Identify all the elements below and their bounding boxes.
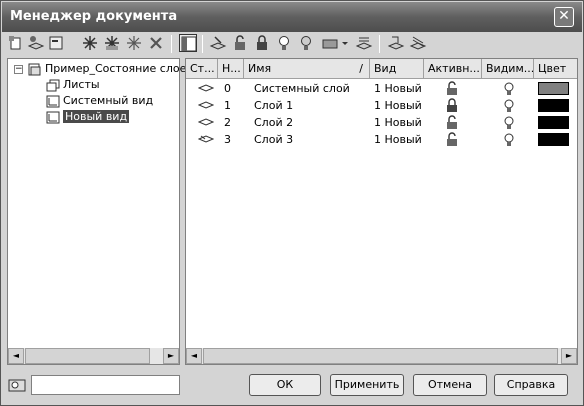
- layers-list[interactable]: Ст... Н... Имя / Вид Активн... Видим... Ц…: [185, 58, 578, 365]
- layer-state-icon[interactable]: [198, 117, 214, 127]
- dropdown-arrow-icon[interactable]: [341, 34, 349, 52]
- window-title: Менеджер документа: [10, 9, 178, 24]
- layer-name[interactable]: Слой 2: [254, 114, 369, 131]
- layer-name[interactable]: Системный слой: [254, 80, 369, 97]
- collapse-toggle[interactable]: −: [14, 65, 23, 74]
- bulb-on-icon[interactable]: [503, 132, 515, 147]
- layer-color-swatch[interactable]: [538, 99, 569, 112]
- list-header: Ст... Н... Имя / Вид Активн... Видим... Ц…: [186, 59, 577, 79]
- document-manager-window: Менеджер документа ✕ − Пример_Состояние …: [0, 0, 584, 406]
- column-header-number[interactable]: Н...: [218, 59, 244, 79]
- scroll-thumb[interactable]: [203, 348, 558, 364]
- tree-horizontal-scrollbar[interactable]: ◄ ►: [8, 348, 179, 364]
- sort-indicator: /: [359, 62, 363, 75]
- scroll-left-button[interactable]: ◄: [8, 348, 24, 364]
- bulb-on-icon[interactable]: [275, 34, 293, 52]
- tree-item-new-view[interactable]: Новый вид: [46, 109, 130, 125]
- bulb-on-icon[interactable]: [503, 115, 515, 130]
- layer-number: 3: [224, 133, 231, 146]
- paste-icon[interactable]: [409, 34, 427, 52]
- layer-number: 0: [224, 82, 231, 95]
- document-icon: [28, 63, 41, 75]
- layer-view: 1 Новый в: [374, 133, 422, 146]
- properties-icon[interactable]: [47, 34, 65, 52]
- sheets-icon: [46, 79, 60, 91]
- layer-view: 1 Новый в: [374, 99, 422, 112]
- view-icon: [46, 95, 60, 107]
- layer-style-icon[interactable]: [355, 34, 373, 52]
- unlock-icon[interactable]: [445, 115, 459, 130]
- close-button[interactable]: ✕: [554, 7, 574, 27]
- bulb-on-icon[interactable]: [503, 98, 515, 113]
- tree-item-root[interactable]: Пример_Состояние слое: [28, 61, 186, 77]
- list-horizontal-scrollbar[interactable]: ◄ ►: [186, 348, 577, 364]
- bulb-on-icon[interactable]: [503, 81, 515, 96]
- layer-state-icon[interactable]: [209, 34, 227, 52]
- column-header-color[interactable]: Цвет: [534, 59, 577, 79]
- filter-input[interactable]: [31, 375, 180, 395]
- snowflake-delete-icon[interactable]: [125, 34, 143, 52]
- apply-button[interactable]: Применить: [330, 374, 404, 396]
- scroll-right-button[interactable]: ►: [561, 348, 577, 364]
- toolbar-separator: [202, 35, 203, 53]
- delete-icon[interactable]: [147, 34, 165, 52]
- toolbar-separator: [379, 35, 380, 53]
- panel-toggle-icon[interactable]: [179, 34, 197, 52]
- scroll-thumb[interactable]: [25, 348, 150, 364]
- toolbar: [5, 33, 581, 55]
- tree-item-system-view[interactable]: Системный вид: [46, 93, 153, 109]
- table-row[interactable]: 2 Слой 2 1 Новый в: [186, 114, 577, 131]
- color-icon[interactable]: [321, 34, 339, 52]
- column-header-state[interactable]: Ст...: [186, 59, 218, 79]
- lock-icon[interactable]: [445, 98, 459, 113]
- ok-button[interactable]: ОК: [249, 374, 321, 396]
- scroll-left-button[interactable]: ◄: [186, 348, 202, 364]
- unlock-icon[interactable]: [445, 132, 459, 147]
- column-header-active[interactable]: Активн...: [424, 59, 482, 79]
- title-bar[interactable]: Менеджер документа ✕: [2, 2, 582, 32]
- table-row[interactable]: 1 Слой 1 1 Новый в: [186, 97, 577, 114]
- column-header-name[interactable]: Имя /: [244, 59, 370, 79]
- new-layer-icon[interactable]: [27, 34, 45, 52]
- layer-number: 2: [224, 116, 231, 129]
- cancel-button[interactable]: Отмена: [413, 374, 487, 396]
- layer-color-swatch[interactable]: [538, 82, 569, 95]
- layer-color-swatch[interactable]: [538, 116, 569, 129]
- tree-item-sheets[interactable]: Листы: [46, 77, 100, 93]
- layer-number: 1: [224, 99, 231, 112]
- layer-color-swatch[interactable]: [538, 133, 569, 146]
- filter-icon[interactable]: [8, 377, 28, 393]
- scroll-right-button[interactable]: ►: [163, 348, 179, 364]
- table-row[interactable]: 3 Слой 3 1 Новый в: [186, 131, 577, 148]
- help-button[interactable]: Справка: [494, 374, 568, 396]
- layer-state-icon[interactable]: [198, 100, 214, 110]
- copy-icon[interactable]: [387, 34, 405, 52]
- toolbar-separator: [171, 35, 172, 53]
- snowflake-multi-icon[interactable]: [103, 34, 121, 52]
- layer-view: 1 Новый в: [374, 116, 422, 129]
- lock-icon[interactable]: [253, 34, 271, 52]
- new-sheet-icon[interactable]: [7, 34, 25, 52]
- view-icon: [46, 111, 60, 123]
- layer-state-icon[interactable]: [198, 83, 214, 93]
- unlock-icon[interactable]: [231, 34, 249, 52]
- layer-name[interactable]: Слой 1: [254, 97, 369, 114]
- unlock-icon[interactable]: [445, 81, 459, 96]
- layer-view: 1 Новый в: [374, 82, 422, 95]
- layer-state-icon[interactable]: [198, 134, 214, 144]
- column-header-visible[interactable]: Видим...: [482, 59, 534, 79]
- column-header-view[interactable]: Вид: [370, 59, 424, 79]
- table-row[interactable]: 0 Системный слой 1 Новый в: [186, 80, 577, 97]
- document-tree[interactable]: − Пример_Состояние слое Листы Системный …: [7, 58, 186, 365]
- bulb-off-icon[interactable]: [297, 34, 315, 52]
- layer-name[interactable]: Слой 3: [254, 131, 369, 148]
- snowflake-new-icon[interactable]: [81, 34, 99, 52]
